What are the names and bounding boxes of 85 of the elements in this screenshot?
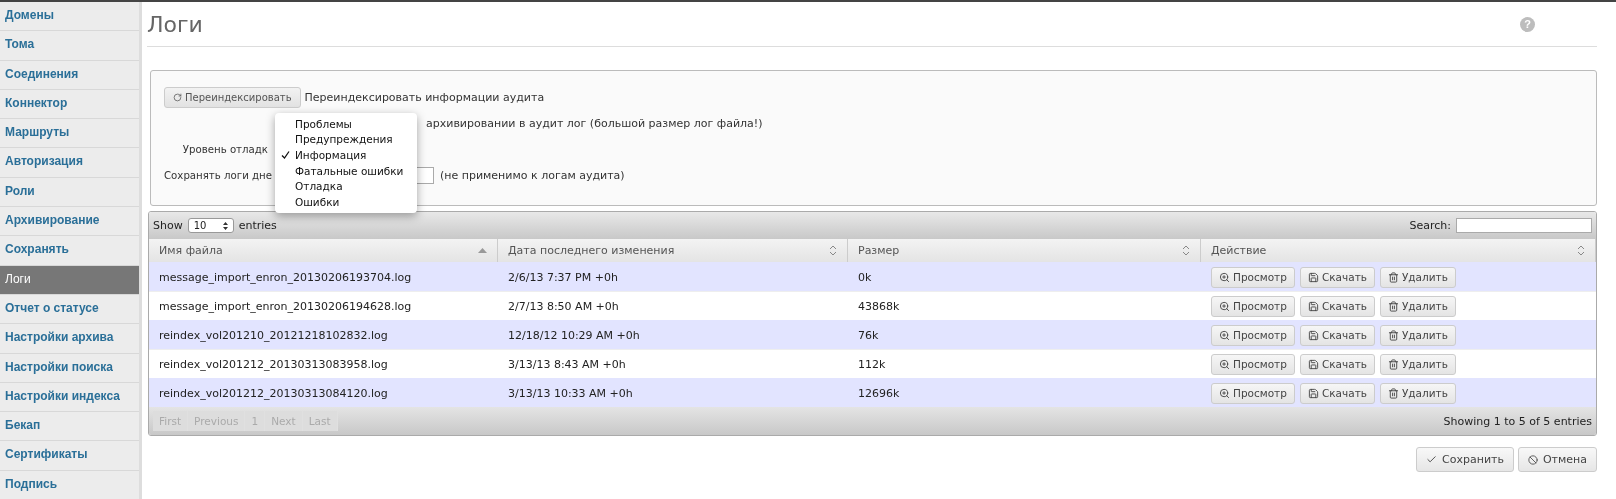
- sidebar-item[interactable]: Роли: [0, 177, 139, 208]
- row-action-button[interactable]: Просмотр: [1211, 295, 1295, 317]
- sidebar-item[interactable]: Бекап: [0, 412, 139, 442]
- menu-item[interactable]: Информация: [275, 147, 417, 163]
- check-icon: [1426, 454, 1438, 465]
- save-button[interactable]: Сохранить: [1416, 447, 1514, 472]
- debug-level-label: Уровень отладк: [181, 144, 269, 155]
- zoom-icon: [1219, 300, 1230, 312]
- table-cell: reindex_vol201210_20121218102832.log: [149, 320, 498, 349]
- trash-icon: [1387, 387, 1399, 399]
- table-cell: 76k: [848, 320, 1201, 349]
- menu-item[interactable]: Проблемы: [275, 116, 417, 132]
- sidebar-item[interactable]: Настройки индекса: [0, 382, 139, 413]
- sidebar-item[interactable]: Логи: [0, 265, 139, 295]
- floppy-icon: [1307, 387, 1319, 399]
- page-size-select[interactable]: 10: [187, 218, 234, 233]
- row-action-button[interactable]: Удалить: [1379, 353, 1456, 375]
- sidebar-item[interactable]: Тома: [0, 31, 139, 61]
- floppy-icon: [1307, 271, 1319, 283]
- column-header[interactable]: Действие: [1201, 239, 1596, 262]
- cancel-icon: [1527, 454, 1538, 465]
- row-action-button[interactable]: Скачать: [1299, 353, 1375, 375]
- search-label: Search:: [1409, 219, 1451, 232]
- table-cell: 12696k: [848, 378, 1201, 407]
- zoom-icon: [1219, 387, 1230, 399]
- table-cell: 0k: [848, 262, 1201, 291]
- sidebar-item[interactable]: Домены: [0, 2, 139, 32]
- sidebar-item[interactable]: Настройки архива: [0, 324, 139, 354]
- page-title: Логи: [147, 11, 203, 37]
- search-field[interactable]: [1456, 218, 1592, 233]
- trash-icon: [1387, 358, 1399, 370]
- table-cell: 2/6/13 7:37 PM +0h: [498, 262, 848, 291]
- row-action-button[interactable]: Просмотр: [1211, 382, 1295, 404]
- row-action-button[interactable]: Удалить: [1379, 382, 1456, 404]
- cancel-button[interactable]: Отмена: [1517, 447, 1597, 472]
- updown-icon: [222, 221, 228, 230]
- menu-item[interactable]: Отладка: [275, 178, 417, 194]
- row-action-button[interactable]: Скачать: [1299, 295, 1375, 317]
- zoom-icon: [1219, 329, 1230, 341]
- floppy-icon: [1307, 358, 1319, 370]
- sidebar-item[interactable]: Архивирование: [0, 207, 139, 237]
- table-cell: 12/18/12 10:29 AM +0h: [498, 320, 848, 349]
- refresh-icon: [173, 93, 182, 102]
- trash-icon: [1387, 271, 1399, 283]
- trash-icon: [1387, 329, 1399, 341]
- sidebar-item[interactable]: Авторизация: [0, 148, 139, 178]
- column-header[interactable]: Имя файла: [149, 239, 498, 262]
- entries-label: entries: [238, 219, 277, 232]
- row-action-button[interactable]: Удалить: [1379, 266, 1456, 288]
- floppy-icon: [1307, 329, 1319, 341]
- row-action-button[interactable]: Скачать: [1299, 266, 1375, 288]
- row-action-button[interactable]: Скачать: [1299, 382, 1375, 404]
- table-info: Showing 1 to 5 of 5 entries: [1443, 414, 1592, 428]
- row-action-button[interactable]: Просмотр: [1211, 266, 1295, 288]
- menu-item[interactable]: Предупреждения: [275, 131, 417, 148]
- row-action-button[interactable]: Удалить: [1379, 295, 1456, 317]
- floppy-icon: [1307, 300, 1319, 312]
- keep-logs-label: Сохранять логи дне: [164, 170, 273, 181]
- menu-item[interactable]: Фатальные ошибки: [275, 162, 417, 179]
- row-action-button[interactable]: Просмотр: [1211, 324, 1295, 346]
- zoom-icon: [1219, 271, 1230, 283]
- zoom-icon: [1219, 358, 1230, 370]
- reindex-button[interactable]: Переиндексировать: [164, 87, 301, 108]
- table-cell: reindex_vol201212_20130313084120.log: [149, 378, 498, 407]
- reindex-description: Переиндексировать информации аудита: [304, 91, 545, 104]
- audit-description: архивировании в аудит лог (большой размер лог файла!): [426, 117, 763, 130]
- sidebar-item[interactable]: Сертификаты: [0, 441, 139, 471]
- row-action-button[interactable]: Скачать: [1299, 324, 1375, 346]
- trash-icon: [1387, 300, 1399, 312]
- menu-item[interactable]: Ошибки: [275, 193, 417, 210]
- sidebar-item[interactable]: Подпись: [0, 470, 139, 499]
- table-cell: message_import_enron_20130206193704.log: [149, 262, 498, 291]
- column-header[interactable]: Размер: [848, 239, 1201, 262]
- sidebar-item[interactable]: Соединения: [0, 60, 139, 90]
- row-action-button[interactable]: Просмотр: [1211, 353, 1295, 375]
- sidebar-item[interactable]: Отчет о статусе: [0, 294, 139, 325]
- sidebar-item[interactable]: Коннектор: [0, 89, 139, 120]
- keep-logs-note: (не применимо к логам аудита): [440, 169, 625, 182]
- sidebar-item[interactable]: Маршруты: [0, 119, 139, 149]
- show-label: Show: [153, 219, 183, 232]
- sidebar-item[interactable]: Сохранять: [0, 236, 139, 266]
- column-header[interactable]: Дата последнего изменения: [498, 239, 848, 262]
- row-action-button[interactable]: Удалить: [1379, 324, 1456, 346]
- table-cell: 3/13/13 10:33 AM +0h: [498, 378, 848, 407]
- sidebar-item[interactable]: Настройки поиска: [0, 353, 139, 383]
